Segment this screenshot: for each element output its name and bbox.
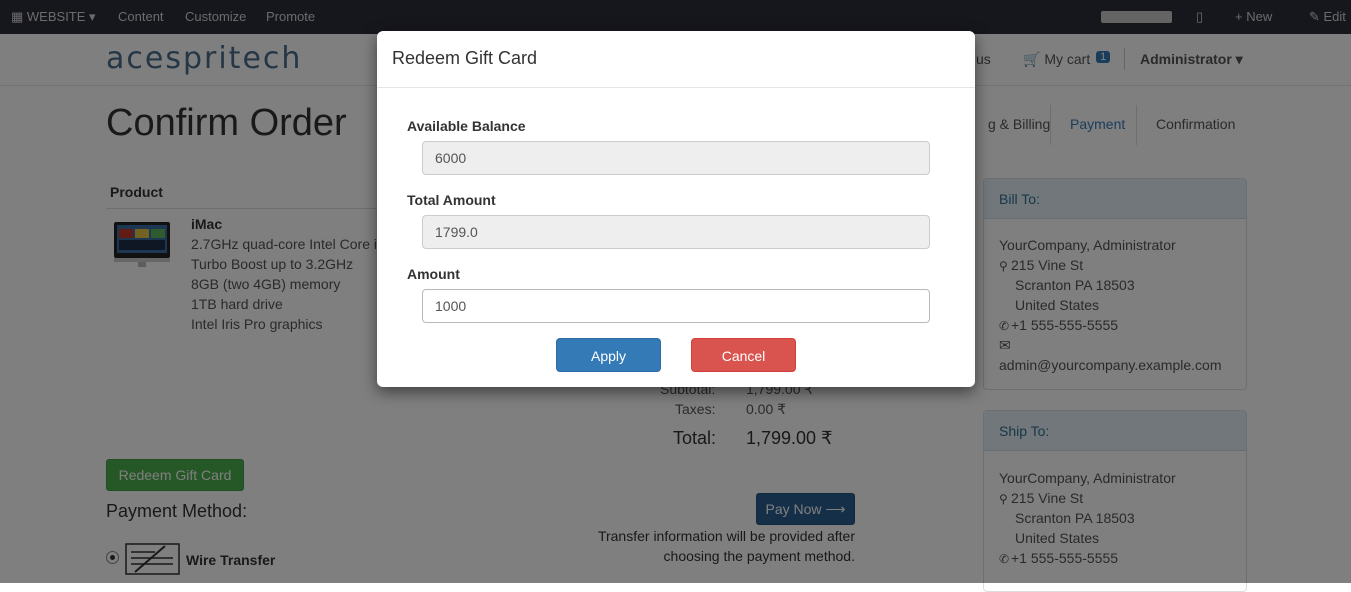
- available-balance-field[interactable]: [422, 141, 930, 175]
- total-amount-field[interactable]: [422, 215, 930, 249]
- total-amount-label: Total Amount: [407, 192, 496, 208]
- redeem-gift-card-modal: Redeem Gift Card Available Balance Total…: [377, 31, 975, 387]
- modal-title: Redeem Gift Card: [392, 48, 538, 68]
- amount-input[interactable]: [422, 289, 930, 323]
- apply-button[interactable]: Apply: [556, 338, 661, 372]
- amount-label: Amount: [407, 266, 460, 282]
- available-balance-label: Available Balance: [407, 118, 526, 134]
- modal-header: Redeem Gift Card: [377, 31, 975, 88]
- cancel-button[interactable]: Cancel: [691, 338, 796, 372]
